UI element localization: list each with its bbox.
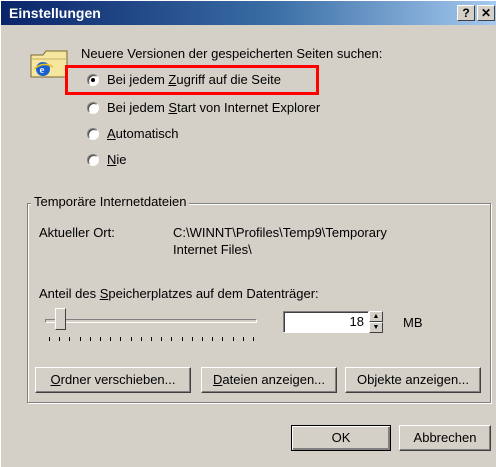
slider-tick xyxy=(161,337,163,341)
disk-space-label: Anteil des Speicherplatzes auf dem Daten… xyxy=(39,286,319,301)
slider-tick xyxy=(130,337,132,341)
slider-tick xyxy=(232,337,234,341)
ok-button[interactable]: OK xyxy=(291,425,391,451)
slider-tick xyxy=(120,337,122,341)
radio-button[interactable] xyxy=(87,102,99,114)
location-path-line1: C:\WINNT\Profiles\Temp9\Temporary xyxy=(173,225,387,240)
title-bar[interactable]: Einstellungen ? ✕ xyxy=(1,1,496,25)
close-button[interactable]: ✕ xyxy=(477,5,495,21)
window-title: Einstellungen xyxy=(9,5,101,21)
slider-tick xyxy=(79,337,81,341)
slider-tick xyxy=(110,337,112,341)
radio-label: Nie xyxy=(107,152,127,167)
radio-button[interactable] xyxy=(87,128,99,140)
radio-label: Automatisch xyxy=(107,126,179,141)
disk-space-slider-thumb[interactable] xyxy=(55,308,67,330)
disk-space-mb-input[interactable]: 18 xyxy=(283,311,369,333)
radio-button[interactable] xyxy=(87,154,99,166)
slider-tick xyxy=(212,337,214,341)
slider-tick xyxy=(253,337,254,341)
mb-unit-label: MB xyxy=(403,315,423,330)
view-files-button[interactable]: Dateien anzeigen... xyxy=(201,367,337,393)
location-path-line2: Internet Files\ xyxy=(173,242,252,257)
disk-space-slider-track[interactable] xyxy=(45,319,257,323)
spin-up-button[interactable]: ▲ xyxy=(369,311,383,322)
slider-tick xyxy=(49,337,50,341)
radio-label: Bei jedem Start von Internet Explorer xyxy=(107,100,321,115)
help-button[interactable]: ? xyxy=(457,5,475,21)
move-folder-button[interactable]: Ordner verschieben... xyxy=(35,367,191,393)
slider-tick xyxy=(100,337,101,341)
settings-dialog: Einstellungen ? ✕ e Neuere Versionen der… xyxy=(0,0,496,467)
slider-tick xyxy=(59,337,61,341)
check-prompt: Neuere Versionen der gespeicherten Seite… xyxy=(81,46,383,61)
slider-tick xyxy=(242,337,244,341)
internet-explorer-folder-icon: e xyxy=(30,50,68,78)
slider-tick xyxy=(171,337,173,341)
slider-tick xyxy=(202,337,203,341)
slider-tick xyxy=(89,337,91,341)
disk-space-spinner[interactable]: ▲ ▼ xyxy=(369,311,383,333)
temp-files-legend: Temporäre Internetdateien xyxy=(31,194,190,209)
slider-tick xyxy=(140,337,142,341)
selection-highlight-box xyxy=(65,65,319,95)
slider-tick xyxy=(222,337,224,341)
slider-tick xyxy=(69,337,71,341)
slider-ticks xyxy=(49,337,254,341)
slider-tick xyxy=(181,337,183,341)
cancel-button[interactable]: Abbrechen xyxy=(399,425,491,451)
slider-tick xyxy=(191,337,193,341)
spin-down-button[interactable]: ▼ xyxy=(369,322,383,333)
view-objects-button[interactable]: Objekte anzeigen... xyxy=(345,367,481,393)
slider-tick xyxy=(151,337,152,341)
location-label: Aktueller Ort: xyxy=(39,225,115,240)
